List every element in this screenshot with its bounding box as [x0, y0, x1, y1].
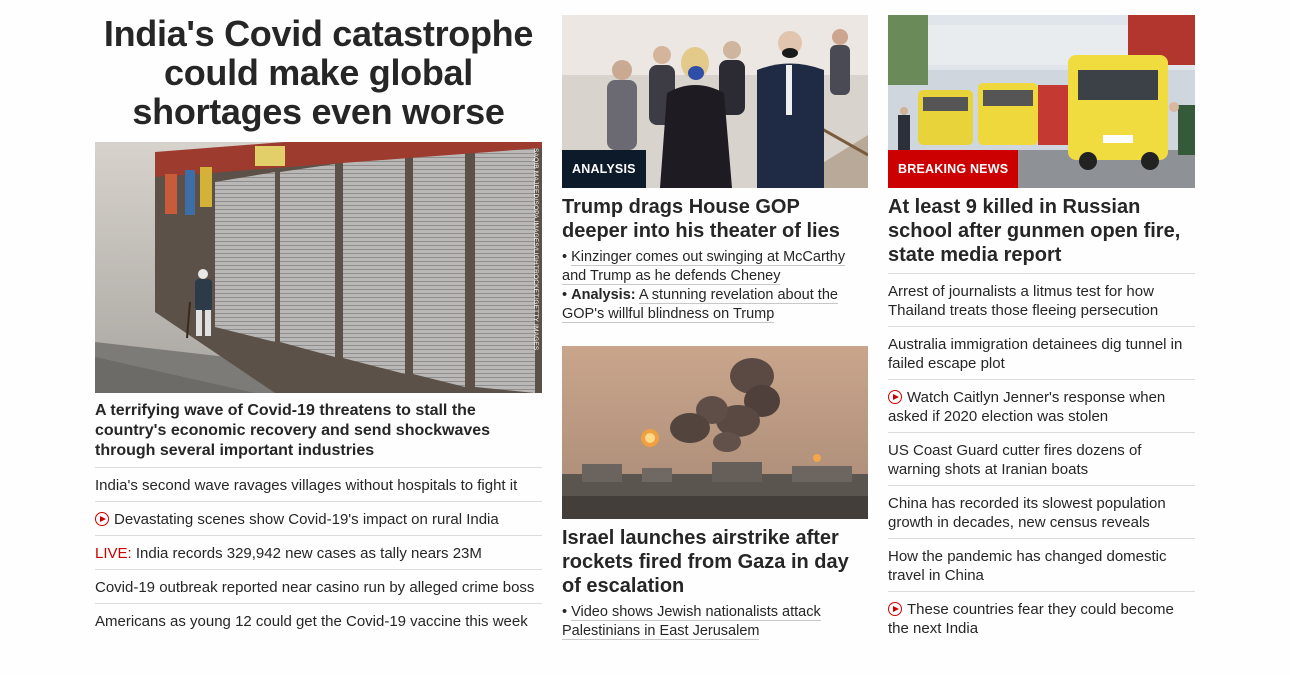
list-item[interactable]: Arrest of journalists a litmus test for … — [888, 273, 1195, 326]
trump-story-headline[interactable]: Trump drags House GOP deeper into his th… — [562, 195, 868, 243]
play-icon — [888, 602, 902, 616]
right-story-list: Arrest of journalists a litmus test for … — [888, 273, 1195, 644]
list-item[interactable]: Watch Caitlyn Jenner's response when ask… — [888, 379, 1195, 432]
list-item[interactable]: LIVE: India records 329,942 new cases as… — [95, 535, 542, 569]
shuttered-market-photo — [95, 142, 542, 393]
russia-story-headline[interactable]: At least 9 killed in Russian school afte… — [888, 195, 1195, 267]
list-item[interactable]: How the pandemic has changed domestic tr… — [888, 538, 1195, 591]
gaza-story-bullets: • Video shows Jewish nationalists attack… — [562, 604, 821, 640]
live-label: LIVE: — [95, 545, 132, 562]
lead-related-list: India's second wave ravages villages wit… — [95, 467, 542, 637]
list-item[interactable]: US Coast Guard cutter fires dozens of wa… — [888, 432, 1195, 485]
lead-headline[interactable]: India's Covid catastrophe could make glo… — [95, 14, 542, 131]
russia-story-image[interactable]: BREAKING NEWS — [888, 15, 1195, 188]
list-item[interactable]: China has recorded its slowest populatio… — [888, 485, 1195, 538]
analysis-badge: ANALYSIS — [562, 150, 646, 188]
gaza-story-headline[interactable]: Israel launches airstrike after rockets … — [562, 526, 868, 598]
gaza-smoke-photo — [562, 346, 868, 519]
breaking-news-badge: BREAKING NEWS — [888, 150, 1019, 188]
kinzinger-link[interactable]: Kinzinger comes out swinging at McCarthy… — [562, 249, 846, 285]
list-item[interactable]: Covid-19 outbreak reported near casino r… — [95, 569, 542, 603]
lead-image[interactable]: SAQIB MAJEED/SOPA IMAGES/LIGHTROCKET/GET… — [95, 142, 542, 393]
list-item[interactable]: India's second wave ravages villages wit… — [95, 467, 542, 501]
play-icon — [95, 512, 109, 526]
lead-subhead[interactable]: A terrifying wave of Covid-19 threatens … — [95, 401, 542, 461]
list-item[interactable]: Devastating scenes show Covid-19's impac… — [95, 501, 542, 535]
image-credit: SAQIB MAJEED/SOPA IMAGES/LIGHTROCKET/GET… — [532, 148, 539, 351]
trump-story-bullets: • Kinzinger comes out swinging at McCart… — [562, 249, 846, 323]
trump-story-image[interactable]: ANALYSIS — [562, 15, 868, 188]
list-item[interactable]: Americans as young 12 could get the Covi… — [95, 603, 542, 637]
list-item[interactable]: These countries fear they could become t… — [888, 591, 1195, 644]
play-icon — [888, 390, 902, 404]
jerusalem-video-link[interactable]: Video shows Jewish nationalists attack P… — [562, 604, 821, 640]
list-item[interactable]: Australia immigration detainees dig tunn… — [888, 326, 1195, 379]
lead-column: India's Covid catastrophe could make glo… — [95, 0, 542, 630]
gaza-story-image[interactable] — [562, 346, 868, 519]
analysis-label: Analysis: — [571, 287, 636, 303]
